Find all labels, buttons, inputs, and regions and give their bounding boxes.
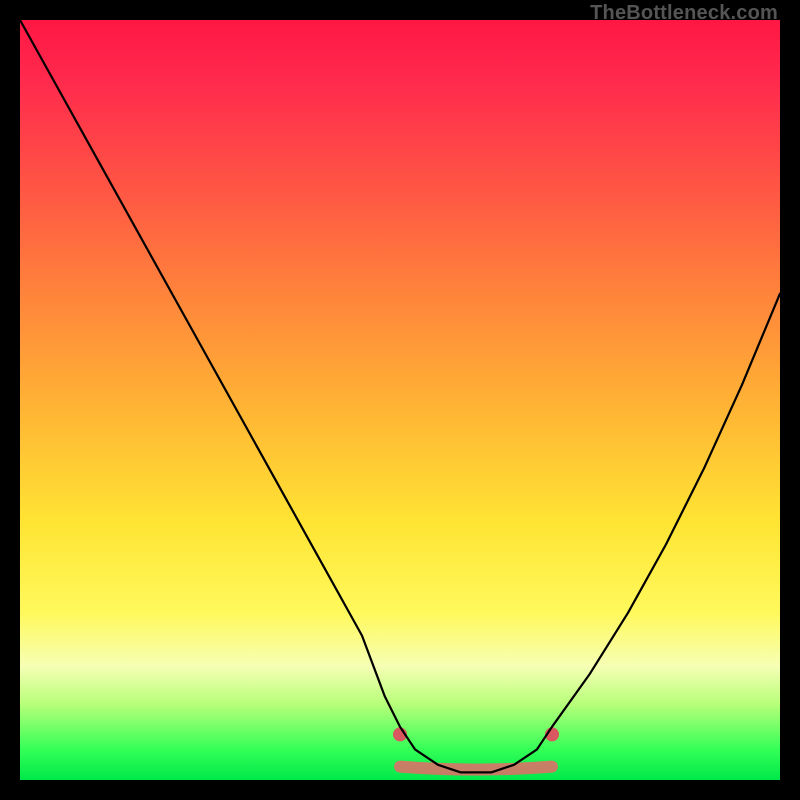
plot-area (20, 20, 780, 780)
chart-frame: TheBottleneck.com (0, 0, 800, 800)
bottleneck-curve (20, 20, 780, 772)
optimal-band (400, 767, 552, 770)
watermark-text: TheBottleneck.com (590, 2, 778, 25)
curve-layer (20, 20, 780, 780)
